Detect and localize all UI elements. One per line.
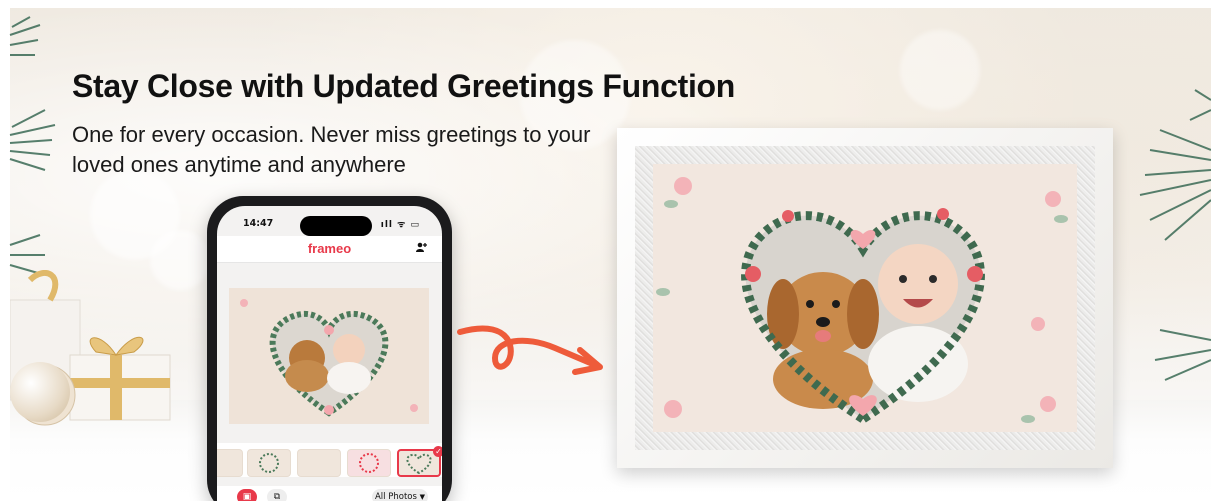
bokeh-light bbox=[900, 30, 980, 110]
app-logo: frameo bbox=[307, 241, 352, 256]
page-title: Stay Close with Updated Greetings Functi… bbox=[72, 68, 736, 104]
template-strip: ✓ bbox=[217, 443, 442, 477]
bottom-toolbar: ▣ ⧉ All Photos ▼ bbox=[217, 486, 442, 501]
all-photos-dropdown[interactable]: All Photos ▼ bbox=[372, 489, 428, 501]
system-status-icons: ıll ᯤ ▭ bbox=[380, 220, 420, 230]
app-header: frameo bbox=[217, 236, 442, 263]
template-thumb-selected[interactable]: ✓ bbox=[397, 446, 442, 477]
phone-screen: 14:47 ıll ᯤ ▭ frameo ✓ ▣ ⧉ All Photos ▼ bbox=[217, 206, 442, 501]
preview-artwork bbox=[240, 299, 418, 417]
frame-display bbox=[653, 164, 1077, 432]
calendar-icon[interactable]: ▣ bbox=[237, 489, 257, 501]
pine-branch-right bbox=[1139, 89, 1211, 381]
phone-mockup: 14:47 ıll ᯤ ▭ frameo ✓ ▣ ⧉ All Photos ▼ bbox=[207, 196, 452, 501]
person-add-icon[interactable] bbox=[416, 242, 428, 255]
template-thumb[interactable] bbox=[217, 449, 243, 477]
hero-banner: Stay Close with Updated Greetings Functi… bbox=[0, 0, 1211, 501]
template-thumb[interactable] bbox=[247, 449, 291, 477]
chevron-down-icon: ▼ bbox=[419, 493, 425, 501]
checkmark-icon: ✓ bbox=[433, 446, 442, 457]
page-subtitle: One for every occasion. Never miss greet… bbox=[72, 122, 591, 177]
ornament-ball bbox=[10, 362, 70, 422]
all-photos-label: All Photos bbox=[374, 492, 417, 501]
status-bar: 14:47 ıll ᯤ ▭ bbox=[217, 214, 442, 236]
top-border bbox=[0, 0, 1211, 8]
digital-photo-frame bbox=[617, 128, 1113, 468]
template-thumb[interactable] bbox=[297, 449, 341, 477]
status-time: 14:47 bbox=[243, 218, 274, 229]
dynamic-island bbox=[300, 216, 372, 236]
template-thumb[interactable] bbox=[347, 449, 391, 477]
pine-branch-left bbox=[9, 16, 56, 274]
greeting-card-artwork bbox=[656, 177, 1068, 425]
greeting-preview bbox=[229, 288, 429, 424]
curly-arrow-icon bbox=[457, 325, 603, 375]
gallery-icon[interactable]: ⧉ bbox=[267, 489, 287, 501]
